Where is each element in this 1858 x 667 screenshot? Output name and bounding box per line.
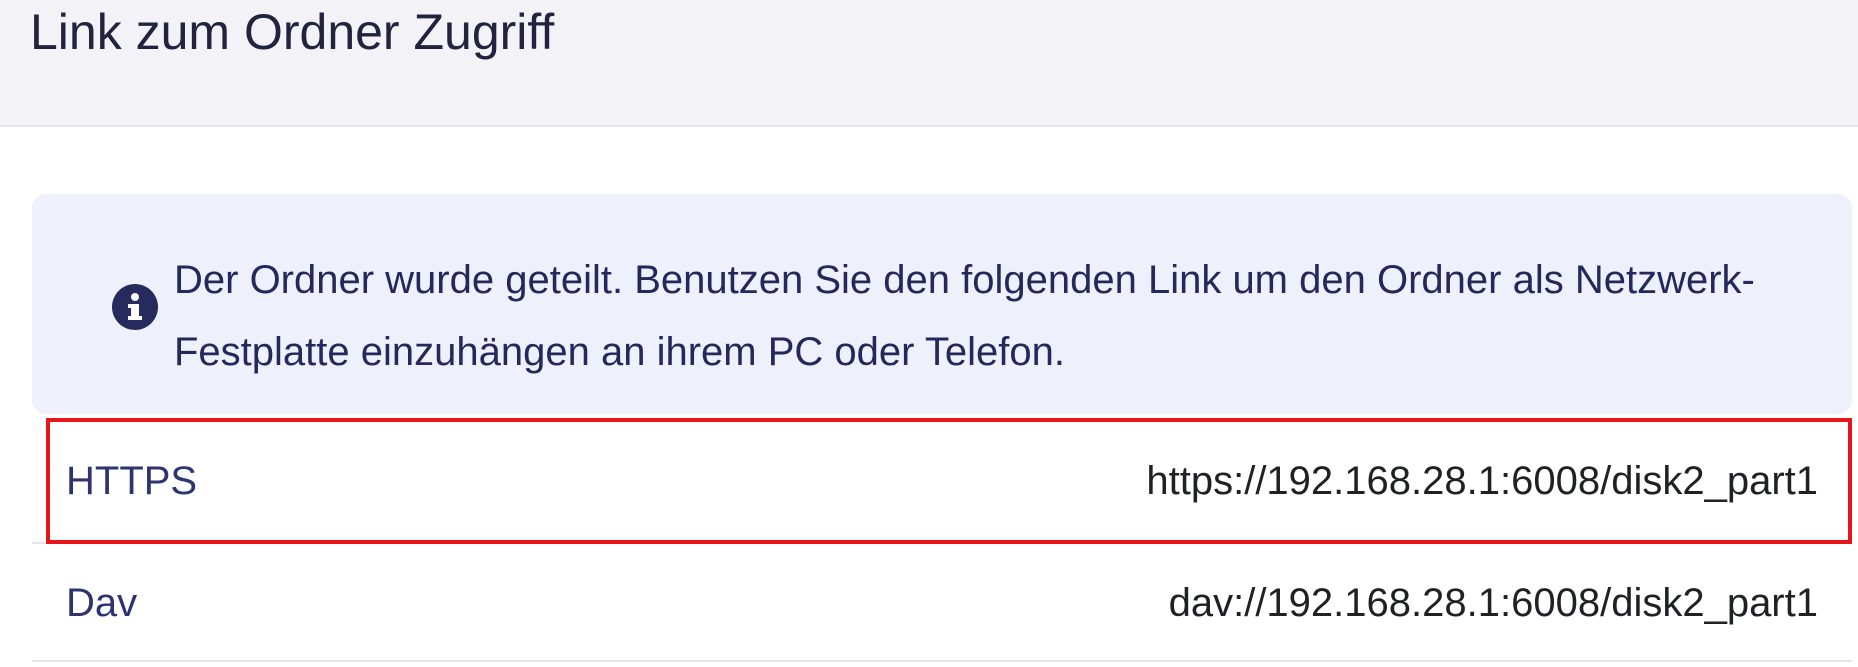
link-label-https: HTTPS bbox=[66, 459, 198, 503]
link-url-https[interactable]: https://192.168.28.1:6008/disk2_part1 bbox=[1146, 418, 1818, 544]
info-message: Der Ordner wurde geteilt. Benutzen Sie d… bbox=[174, 258, 1755, 374]
link-row-dav: Dav dav://192.168.28.1:6008/disk2_part1 bbox=[32, 544, 1852, 662]
info-circle-icon bbox=[112, 284, 158, 330]
link-row-https: HTTPS https://192.168.28.1:6008/disk2_pa… bbox=[32, 418, 1852, 544]
info-banner: Der Ordner wurde geteilt. Benutzen Sie d… bbox=[32, 194, 1852, 414]
folder-link-dialog: Link zum Ordner Zugriff Der Ordner wurde… bbox=[0, 0, 1858, 667]
link-url-dav[interactable]: dav://192.168.28.1:6008/disk2_part1 bbox=[1169, 544, 1818, 662]
dialog-title: Link zum Ordner Zugriff bbox=[30, 4, 555, 60]
link-label-dav: Dav bbox=[66, 581, 138, 625]
dialog-header: Link zum Ordner Zugriff bbox=[0, 0, 1858, 127]
